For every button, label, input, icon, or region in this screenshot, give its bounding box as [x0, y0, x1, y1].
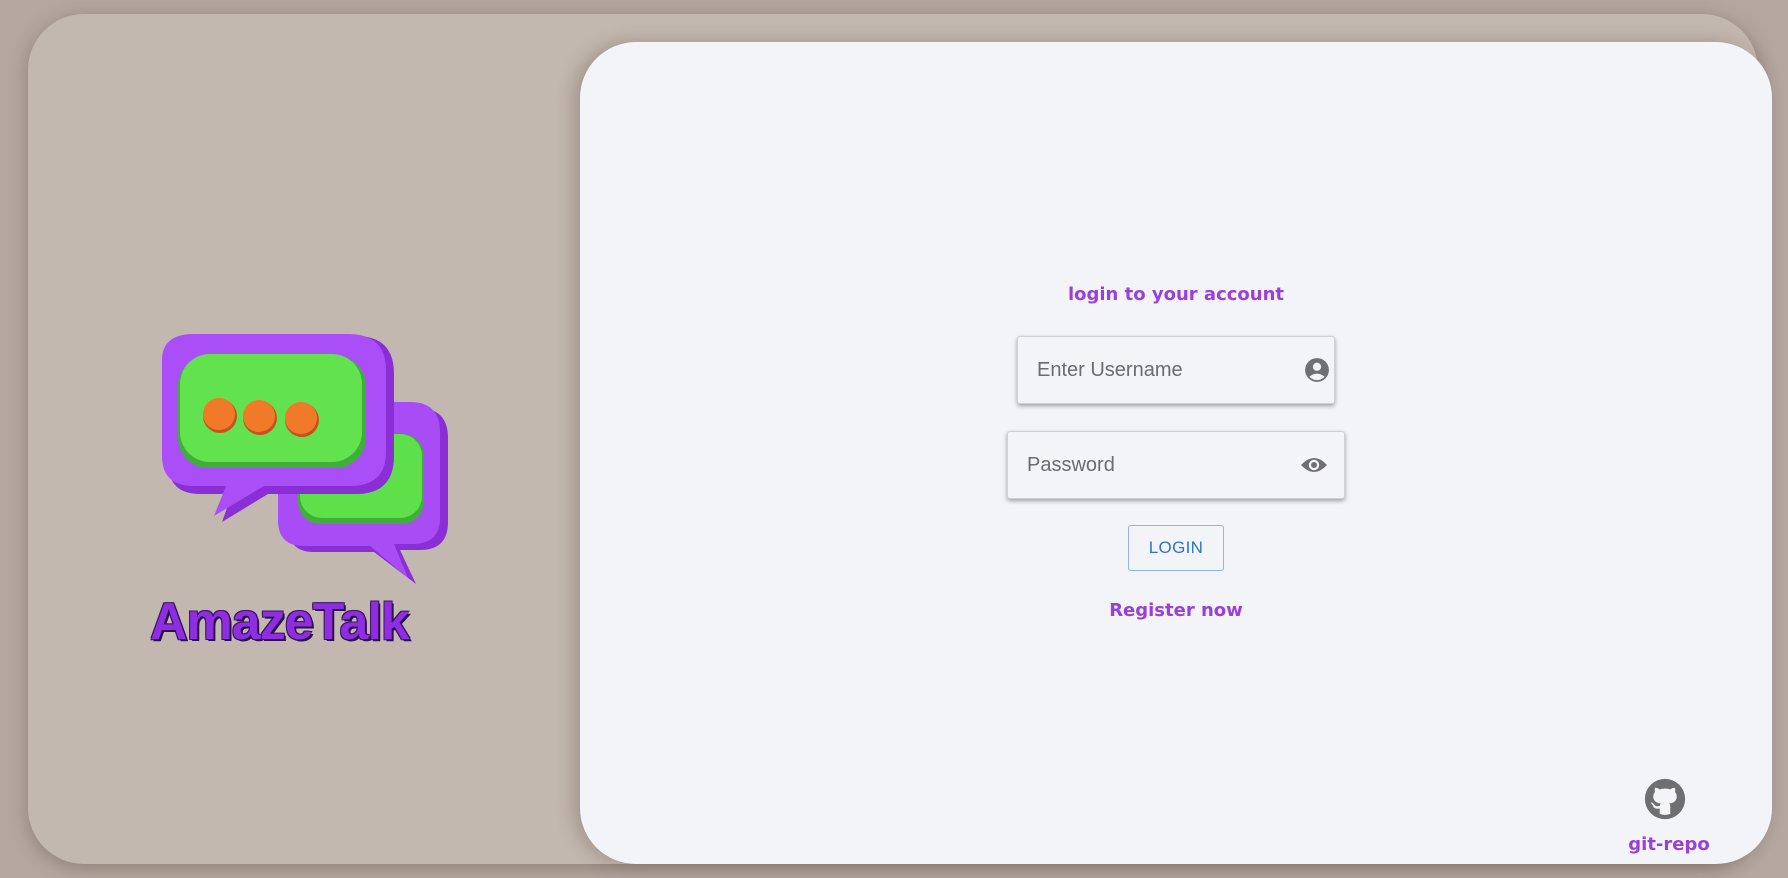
- register-link-row: Register now: [580, 600, 1772, 621]
- account-circle-icon: [1304, 356, 1330, 384]
- username-input[interactable]: [1035, 336, 1304, 404]
- login-button[interactable]: LOGIN: [1128, 525, 1224, 571]
- login-heading: login to your account: [1067, 284, 1285, 305]
- brand-name: AmazeTalk: [150, 593, 410, 651]
- password-input[interactable]: [1025, 431, 1300, 499]
- chat-bubbles-icon: [162, 334, 448, 584]
- git-repo-link[interactable]: git-repo: [1626, 834, 1712, 855]
- eye-icon[interactable]: [1300, 451, 1328, 479]
- github-icon[interactable]: [1644, 778, 1686, 820]
- register-link[interactable]: Register now: [1109, 600, 1243, 621]
- username-field[interactable]: [1017, 336, 1335, 404]
- password-field[interactable]: [1007, 431, 1345, 499]
- login-panel: login to your account LOGIN: [580, 42, 1772, 864]
- app-frame: AmazeTalk login to your account Enter Us…: [28, 14, 1772, 864]
